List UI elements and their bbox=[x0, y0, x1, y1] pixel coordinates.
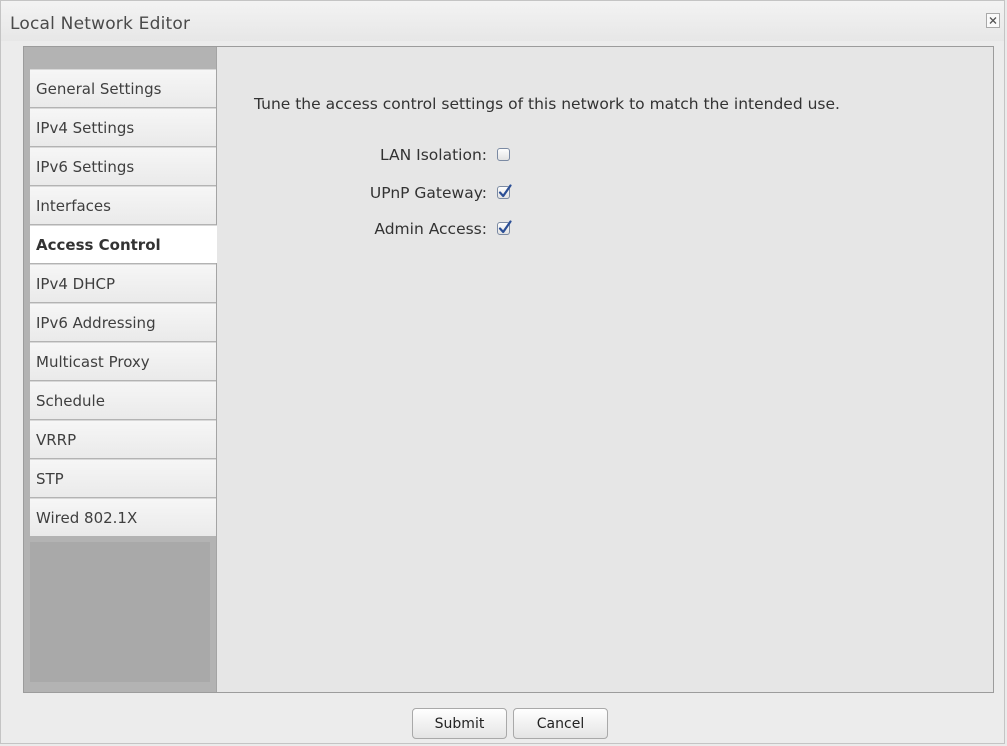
sidebar-item-label: Wired 802.1X bbox=[36, 509, 138, 527]
content-frame: General Settings IPv4 Settings IPv6 Sett… bbox=[23, 46, 994, 693]
upnp-gateway-label: UPnP Gateway: bbox=[369, 184, 487, 202]
sidebar-header bbox=[24, 47, 216, 69]
upnp-gateway-checkbox[interactable] bbox=[497, 184, 512, 199]
sidebar-item-label: IPv4 DHCP bbox=[36, 275, 116, 293]
sidebar-item-label: Access Control bbox=[36, 236, 161, 254]
admin-access-row: Admin Access: bbox=[217, 219, 517, 241]
sidebar-item-stp[interactable]: STP bbox=[30, 459, 216, 497]
sidebar-item-ipv6-addressing[interactable]: IPv6 Addressing bbox=[30, 303, 216, 341]
sidebar-item-label: Interfaces bbox=[36, 197, 111, 215]
sidebar-item-schedule[interactable]: Schedule bbox=[30, 381, 216, 419]
cancel-button[interactable]: Cancel bbox=[513, 708, 608, 739]
dialog-footer: Submit Cancel bbox=[1, 694, 1004, 743]
sidebar-item-access-control[interactable]: Access Control bbox=[30, 225, 218, 263]
sidebar-item-ipv6-settings[interactable]: IPv6 Settings bbox=[30, 147, 216, 185]
sidebar-item-general-settings[interactable]: General Settings bbox=[30, 69, 216, 107]
close-button[interactable] bbox=[986, 13, 1000, 28]
sidebar-item-label: Multicast Proxy bbox=[36, 353, 150, 371]
sidebar-item-wired-8021x[interactable]: Wired 802.1X bbox=[30, 498, 216, 536]
sidebar-item-ipv4-settings[interactable]: IPv4 Settings bbox=[30, 108, 216, 146]
sidebar-item-ipv4-dhcp[interactable]: IPv4 DHCP bbox=[30, 264, 216, 302]
sidebar-item-label: Schedule bbox=[36, 392, 105, 410]
sidebar: General Settings IPv4 Settings IPv6 Sett… bbox=[24, 47, 218, 692]
upnp-gateway-row: UPnP Gateway: bbox=[217, 183, 517, 205]
dialog-title: Local Network Editor bbox=[10, 14, 191, 34]
checkmark-icon bbox=[498, 184, 512, 198]
sidebar-item-label: General Settings bbox=[36, 80, 162, 98]
sidebar-item-label: VRRP bbox=[36, 431, 77, 449]
sidebar-item-label: IPv6 Settings bbox=[36, 158, 135, 176]
lan-isolation-checkbox[interactable] bbox=[497, 148, 510, 161]
admin-access-label: Admin Access: bbox=[374, 220, 487, 238]
sidebar-item-multicast-proxy[interactable]: Multicast Proxy bbox=[30, 342, 216, 380]
title-bar: Local Network Editor bbox=[1, 1, 1004, 41]
sidebar-item-label: STP bbox=[36, 470, 64, 488]
lan-isolation-row: LAN Isolation: bbox=[217, 145, 517, 167]
close-icon bbox=[989, 17, 997, 24]
panel-description: Tune the access control settings of this… bbox=[254, 95, 840, 113]
sidebar-item-vrrp[interactable]: VRRP bbox=[30, 420, 216, 458]
sidebar-filler bbox=[30, 542, 210, 682]
submit-button[interactable]: Submit bbox=[412, 708, 507, 739]
admin-access-checkbox[interactable] bbox=[497, 220, 512, 235]
sidebar-item-label: IPv6 Addressing bbox=[36, 314, 156, 332]
sidebar-nav: General Settings IPv4 Settings IPv6 Sett… bbox=[24, 69, 218, 536]
sidebar-item-label: IPv4 Settings bbox=[36, 119, 135, 137]
lan-isolation-label: LAN Isolation: bbox=[380, 146, 487, 164]
local-network-editor-dialog: Local Network Editor General Settings IP… bbox=[0, 0, 1005, 744]
sidebar-item-interfaces[interactable]: Interfaces bbox=[30, 186, 216, 224]
checkmark-icon bbox=[498, 220, 512, 234]
access-control-panel: Tune the access control settings of this… bbox=[217, 47, 993, 692]
